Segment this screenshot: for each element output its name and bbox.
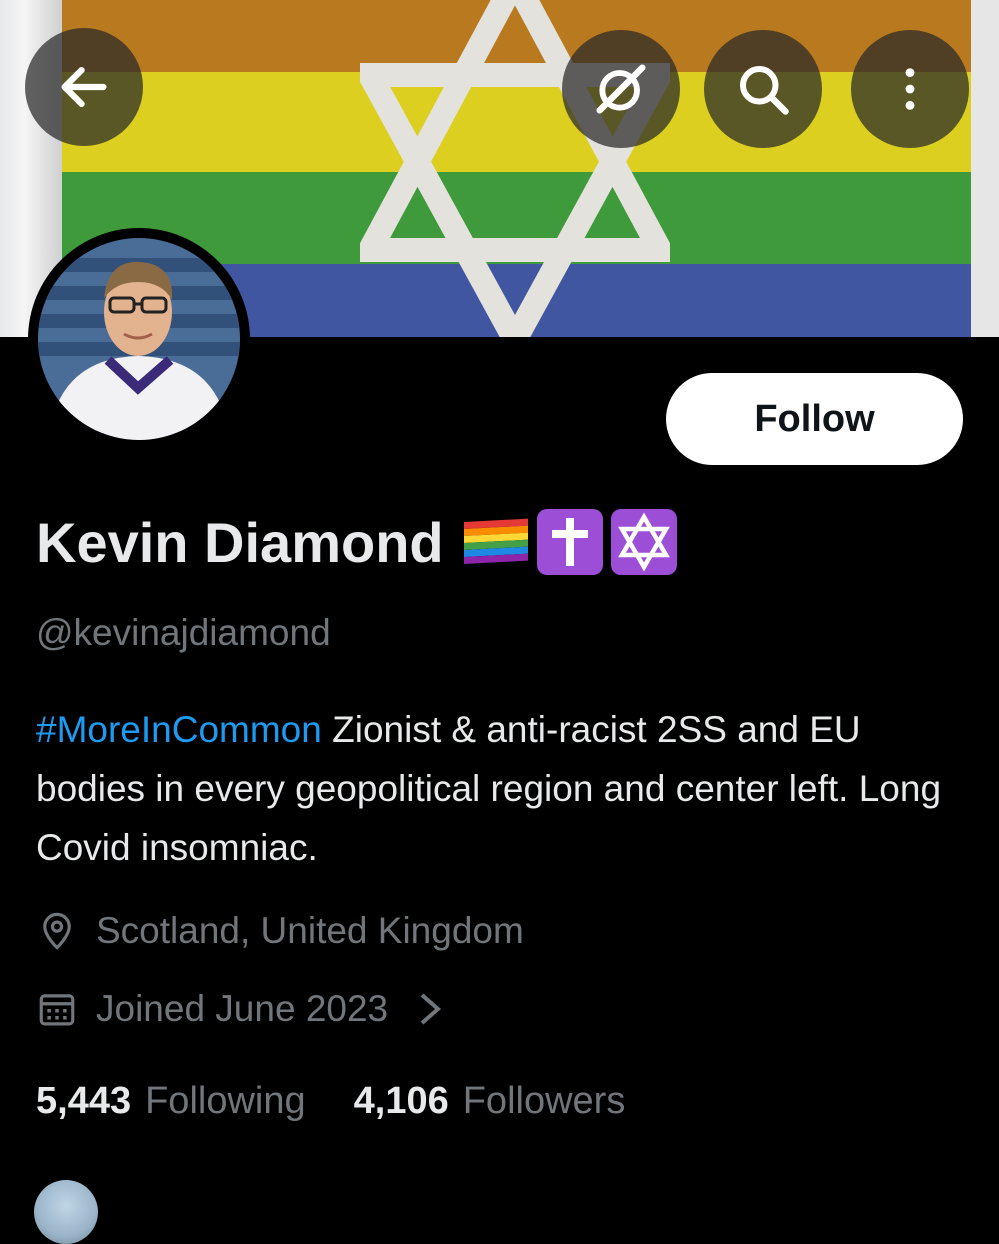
joined-text: Joined June 2023 bbox=[96, 988, 389, 1029]
grok-icon bbox=[596, 64, 646, 114]
following-count: 5,443 bbox=[36, 1080, 132, 1122]
followers-count: 4,106 bbox=[353, 1080, 449, 1122]
latin-cross-emoji-icon bbox=[536, 509, 603, 575]
bio-hashtag-link[interactable]: #MoreInCommon bbox=[36, 709, 322, 750]
profile-location: Scotland, United Kingdom bbox=[36, 910, 524, 952]
rainbow-flag-emoji-icon bbox=[463, 518, 528, 564]
more-vertical-icon bbox=[905, 68, 915, 110]
name-row: Kevin Diamond bbox=[36, 504, 678, 580]
followers-stat[interactable]: 4,106 Followers bbox=[354, 1080, 626, 1123]
display-name: Kevin Diamond bbox=[36, 510, 444, 574]
avatar-photo bbox=[38, 238, 240, 440]
more-options-button[interactable] bbox=[851, 30, 969, 148]
arrow-left-icon bbox=[61, 66, 107, 108]
followed-by-avatar[interactable] bbox=[34, 1180, 98, 1244]
follow-stats: 5,443 Following 4,106 Followers bbox=[36, 1080, 673, 1123]
followers-label: Followers bbox=[462, 1080, 626, 1122]
location-text: Scotland, United Kingdom bbox=[96, 910, 524, 951]
profile-handle: @kevinajdiamond bbox=[36, 612, 331, 653]
following-stat[interactable]: 5,443 Following bbox=[36, 1080, 306, 1123]
search-icon bbox=[740, 66, 789, 115]
profile-joined[interactable]: Joined June 2023 bbox=[36, 988, 444, 1030]
profile-bio: #MoreInCommon Zionist & anti-racist 2SS … bbox=[36, 700, 966, 877]
grok-button[interactable] bbox=[562, 30, 680, 148]
search-button[interactable] bbox=[704, 30, 822, 148]
back-button[interactable] bbox=[25, 28, 143, 146]
avatar[interactable] bbox=[28, 228, 250, 450]
chevron-right-icon bbox=[420, 993, 442, 1025]
calendar-icon bbox=[39, 994, 75, 1026]
follow-button[interactable]: Follow bbox=[666, 373, 963, 465]
banner-edge bbox=[971, 0, 999, 337]
star-of-david-emoji-icon bbox=[610, 509, 677, 575]
location-pin-icon bbox=[43, 912, 71, 950]
name-emojis bbox=[462, 508, 678, 576]
following-label: Following bbox=[145, 1080, 306, 1122]
